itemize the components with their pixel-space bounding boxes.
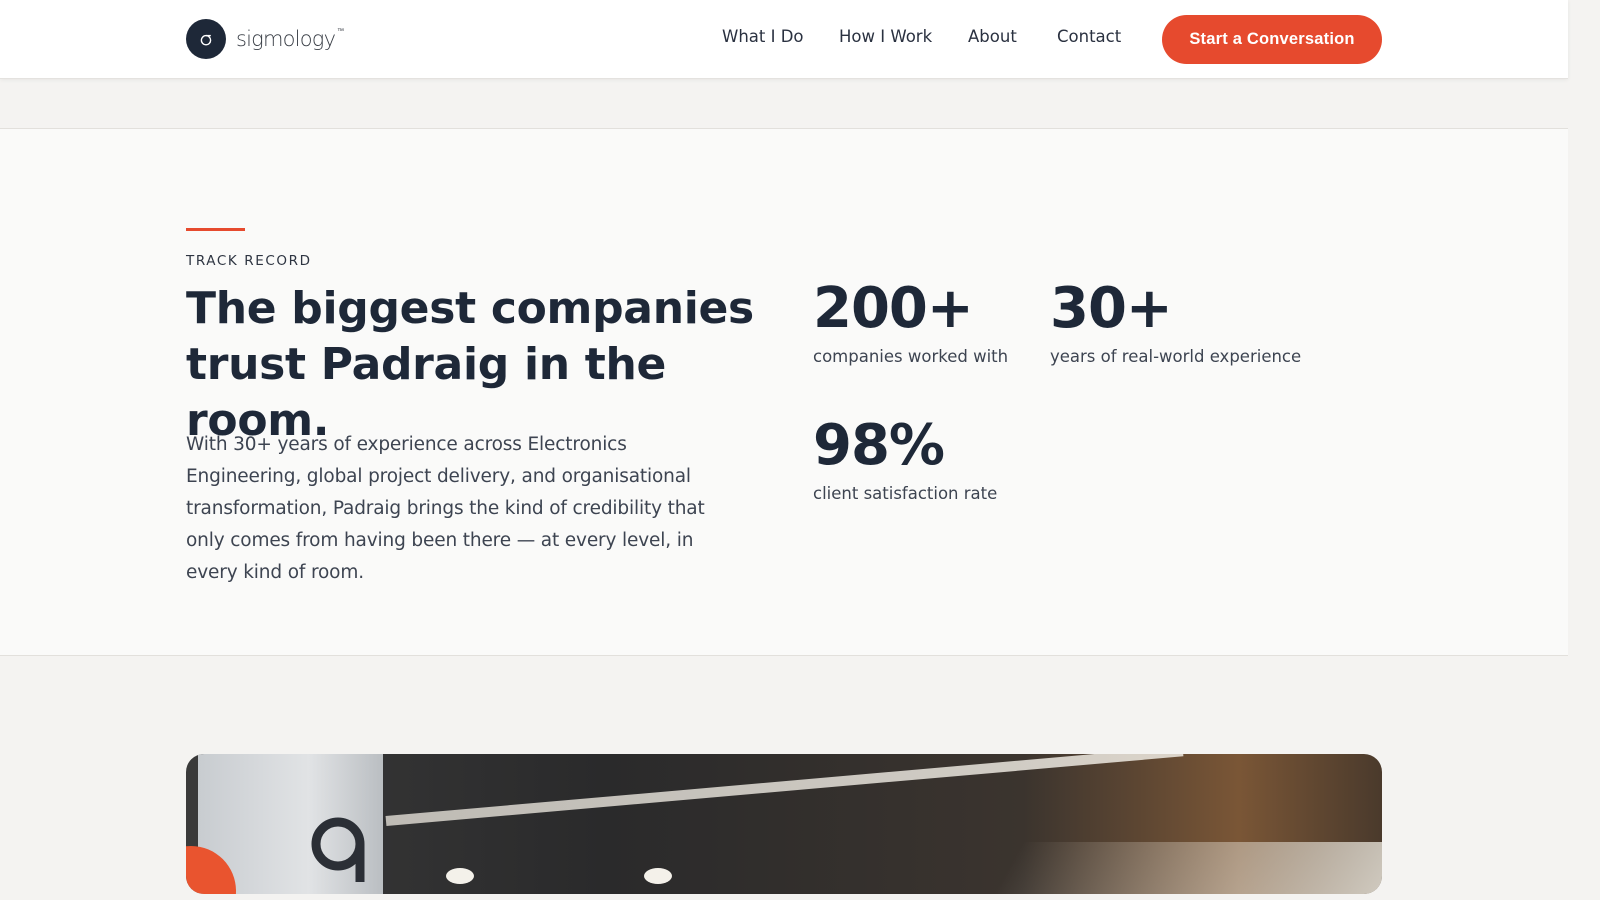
ceiling-beam — [385, 754, 1184, 826]
nav-about[interactable]: About — [968, 27, 1017, 46]
stat-years: 30+ years of real-world experience — [1050, 276, 1302, 367]
stat-satisfaction: 98% client satisfaction rate — [813, 413, 998, 504]
stat-value: 30+ — [1050, 276, 1173, 341]
brand-name: sigmology ™ — [236, 27, 344, 51]
stat-value: 98% — [813, 413, 945, 478]
stat-companies: 200+ companies worked with — [813, 276, 1009, 367]
office-photo — [186, 754, 1382, 894]
accent-rule — [186, 228, 245, 231]
ceiling-beam — [988, 842, 1382, 894]
section-headline: The biggest companies trust Padraig in t… — [186, 281, 786, 449]
ceiling-light — [446, 868, 474, 884]
top-band — [0, 79, 1568, 129]
sigma-logo-icon — [186, 19, 226, 59]
nav-how-i-work[interactable]: How I Work — [839, 27, 932, 46]
headline-line-1: The biggest companies — [186, 283, 754, 334]
nav-what-i-do[interactable]: What I Do — [722, 27, 804, 46]
nav-contact[interactable]: Contact — [1057, 27, 1121, 46]
stat-value: 200+ — [813, 276, 974, 341]
stat-label: client satisfaction rate — [813, 484, 998, 503]
start-conversation-button[interactable]: Start a Conversation — [1162, 15, 1382, 64]
stat-label: companies worked with — [813, 347, 1009, 366]
ceiling-light — [644, 868, 672, 884]
section-body: With 30+ years of experience across Elec… — [186, 434, 705, 583]
trademark-mark: ™ — [337, 27, 344, 35]
brand-logo[interactable]: sigmology ™ — [186, 19, 344, 59]
section-eyebrow: TRACK RECORD — [186, 253, 312, 269]
stat-label: years of real-world experience — [1050, 347, 1302, 366]
track-record-section: TRACK RECORD The biggest companies trust… — [0, 129, 1568, 656]
brand-name-text: sigmology — [236, 27, 336, 51]
site-header: sigmology ™ What I Do How I Work About Co… — [0, 0, 1568, 79]
